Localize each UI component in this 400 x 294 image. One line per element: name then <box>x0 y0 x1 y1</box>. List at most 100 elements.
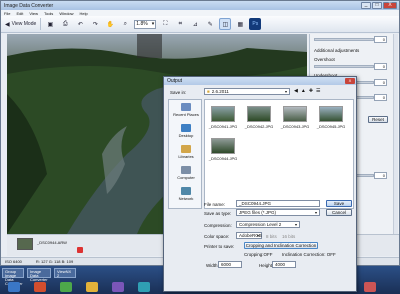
zoom-value: 1.8% <box>136 21 148 27</box>
chevron-down-icon: ▾ <box>151 21 155 27</box>
app-icon-3[interactable] <box>60 282 72 292</box>
radio-16bits[interactable]: 16 bits <box>282 234 295 239</box>
print-button[interactable]: ⎙ <box>59 18 71 30</box>
file-thumbnail[interactable] <box>319 106 343 122</box>
wb-picker-button[interactable]: ✎ <box>204 18 216 30</box>
height-input[interactable]: 4000 <box>272 261 296 268</box>
save-type-label: Save as type: <box>204 211 232 216</box>
status-rgb: R: 127 G: 118 B: 109 <box>35 259 74 264</box>
task-viewnx[interactable]: ViewNX 2 <box>54 268 76 278</box>
panel-scrollbar[interactable] <box>393 34 398 234</box>
color-space-label: Color space: <box>204 234 230 239</box>
view-mode-button[interactable]: ◀ View Mode <box>4 18 37 30</box>
app-icon-7[interactable] <box>364 282 376 292</box>
recent-places-icon <box>181 103 191 111</box>
dialog-close-button[interactable]: X <box>345 78 355 84</box>
redo-button[interactable]: ↷ <box>89 18 101 30</box>
crop-button[interactable]: ⌗ <box>174 18 186 30</box>
delete-icon[interactable] <box>77 247 83 253</box>
window-title: Image Data Converter <box>4 2 54 9</box>
save-dialog: Output X Save in: ■ 2.6.2011 ◀ ▲ ✚ ☰ Rec… <box>163 76 357 292</box>
menu-tools[interactable]: Tools <box>44 11 53 16</box>
zoom-tool-button[interactable]: ⌕ <box>119 18 131 30</box>
file-name-input[interactable]: _DSC0944.JPG <box>236 200 320 207</box>
file-thumbnail[interactable] <box>247 106 271 122</box>
grid-button[interactable]: ▦ <box>234 18 246 30</box>
radio-8bits[interactable]: 8 bits <box>266 234 277 239</box>
menu-help[interactable]: Help <box>80 11 88 16</box>
reset-button[interactable]: Reset <box>368 116 388 123</box>
floppy-icon: ▣ <box>47 21 54 28</box>
up-folder-icon[interactable]: ▲ <box>301 88 306 94</box>
width-value: 6000 <box>221 262 232 267</box>
printer-icon: ⎙ <box>62 20 68 27</box>
compression-select[interactable]: Compression Level 2 <box>236 221 300 228</box>
adjust-value-4[interactable]: 0 <box>374 94 387 101</box>
toolbar: ◀ View Mode ▣ ⎙ ↶ ↷ ✋ ⌕ 1.8% ▾ ⛶ ⌗ ⊿ ✎ ◫ … <box>1 16 399 33</box>
save-in-label: Save in: <box>170 90 187 95</box>
place-computer[interactable]: Computer <box>171 166 201 180</box>
place-desktop[interactable]: Desktop <box>171 124 201 138</box>
file-list: _DSC0941.JPG _DSC0942.JPG _DSC0943.JPG _… <box>204 99 354 209</box>
folder-nav: ◀ ▲ ✚ ☰ <box>294 88 321 94</box>
straighten-button[interactable]: ⊿ <box>189 18 201 30</box>
minimize-button[interactable]: _ <box>361 2 371 9</box>
overshoot-value[interactable]: 0 <box>374 63 387 70</box>
compare-button[interactable]: ◫ <box>219 18 232 30</box>
view-mode-label: View Mode <box>11 21 37 27</box>
color-space-select[interactable]: AdobeRGB <box>236 232 262 239</box>
magnifier-icon: ⌕ <box>123 20 127 27</box>
photoshop-button[interactable]: Ps <box>249 18 262 30</box>
adjust-slider-1[interactable] <box>314 38 374 41</box>
width-input[interactable]: 6000 <box>218 261 242 268</box>
close-button[interactable]: X <box>383 2 397 9</box>
maximize-button[interactable]: □ <box>372 2 382 9</box>
filmstrip-thumbnail[interactable] <box>17 238 33 250</box>
place-network[interactable]: Network <box>171 187 201 201</box>
undo-button[interactable]: ↶ <box>74 18 86 30</box>
file-thumbnail[interactable] <box>211 138 235 154</box>
place-libraries[interactable]: Libraries <box>171 145 201 159</box>
save-type-value: JPEG files (*.JPG) <box>239 210 277 215</box>
app-icon-5[interactable] <box>112 282 124 292</box>
fit-button[interactable]: ⛶ <box>159 18 171 30</box>
save-button[interactable]: ▣ <box>44 18 56 30</box>
undershoot-value[interactable]: 0 <box>374 79 387 86</box>
cropping-status: Cropping:OFF <box>244 252 273 257</box>
file-name-label: File name: <box>204 202 226 207</box>
redo-icon: ↷ <box>92 21 98 28</box>
cropping-button[interactable]: Cropping and Inclination Correction <box>244 242 318 249</box>
overshoot-slider[interactable] <box>314 65 374 68</box>
app-icon-1[interactable] <box>8 282 20 292</box>
save-dialog-button[interactable]: Save <box>326 200 352 207</box>
libraries-icon <box>181 145 191 153</box>
task-image-data-converter[interactable]: Image Data Converter <box>27 268 51 282</box>
menu-file[interactable]: File <box>4 11 10 16</box>
menu-view[interactable]: View <box>29 11 38 16</box>
file-thumbnail[interactable] <box>211 106 235 122</box>
hand-tool-button[interactable]: ✋ <box>104 18 116 30</box>
cancel-button[interactable]: Cancel <box>326 209 352 216</box>
inclination-status: Inclination Correction: OFF <box>282 252 336 257</box>
back-icon[interactable]: ◀ <box>294 88 298 94</box>
compare-icon: ◫ <box>222 21 229 28</box>
menu-window[interactable]: Window <box>59 11 73 16</box>
app-icon-6[interactable] <box>138 282 150 292</box>
adjust-value-1[interactable]: 0 <box>374 36 387 43</box>
save-type-select[interactable]: JPEG files (*.JPG) <box>236 209 320 216</box>
width-label: Width: <box>206 263 219 268</box>
app-icon-4[interactable] <box>86 282 98 292</box>
crop-icon: ⌗ <box>178 20 182 27</box>
place-recent[interactable]: Recent Places <box>171 103 201 117</box>
save-in-value: 2.6.2011 <box>211 89 229 94</box>
save-in-select[interactable]: ■ 2.6.2011 <box>204 88 290 95</box>
file-thumbnail[interactable] <box>283 106 307 122</box>
task-group[interactable]: Group Image Data Converter <box>2 268 24 286</box>
app-icon-2[interactable] <box>34 282 46 292</box>
new-folder-icon[interactable]: ✚ <box>309 88 313 94</box>
adjust-value-5[interactable]: 0 <box>374 172 387 179</box>
views-icon[interactable]: ☰ <box>316 88 320 94</box>
menu-edit[interactable]: Edit <box>16 11 23 16</box>
zoom-select[interactable]: 1.8% ▾ <box>134 19 157 29</box>
dialog-title-bar: Output <box>164 77 356 85</box>
